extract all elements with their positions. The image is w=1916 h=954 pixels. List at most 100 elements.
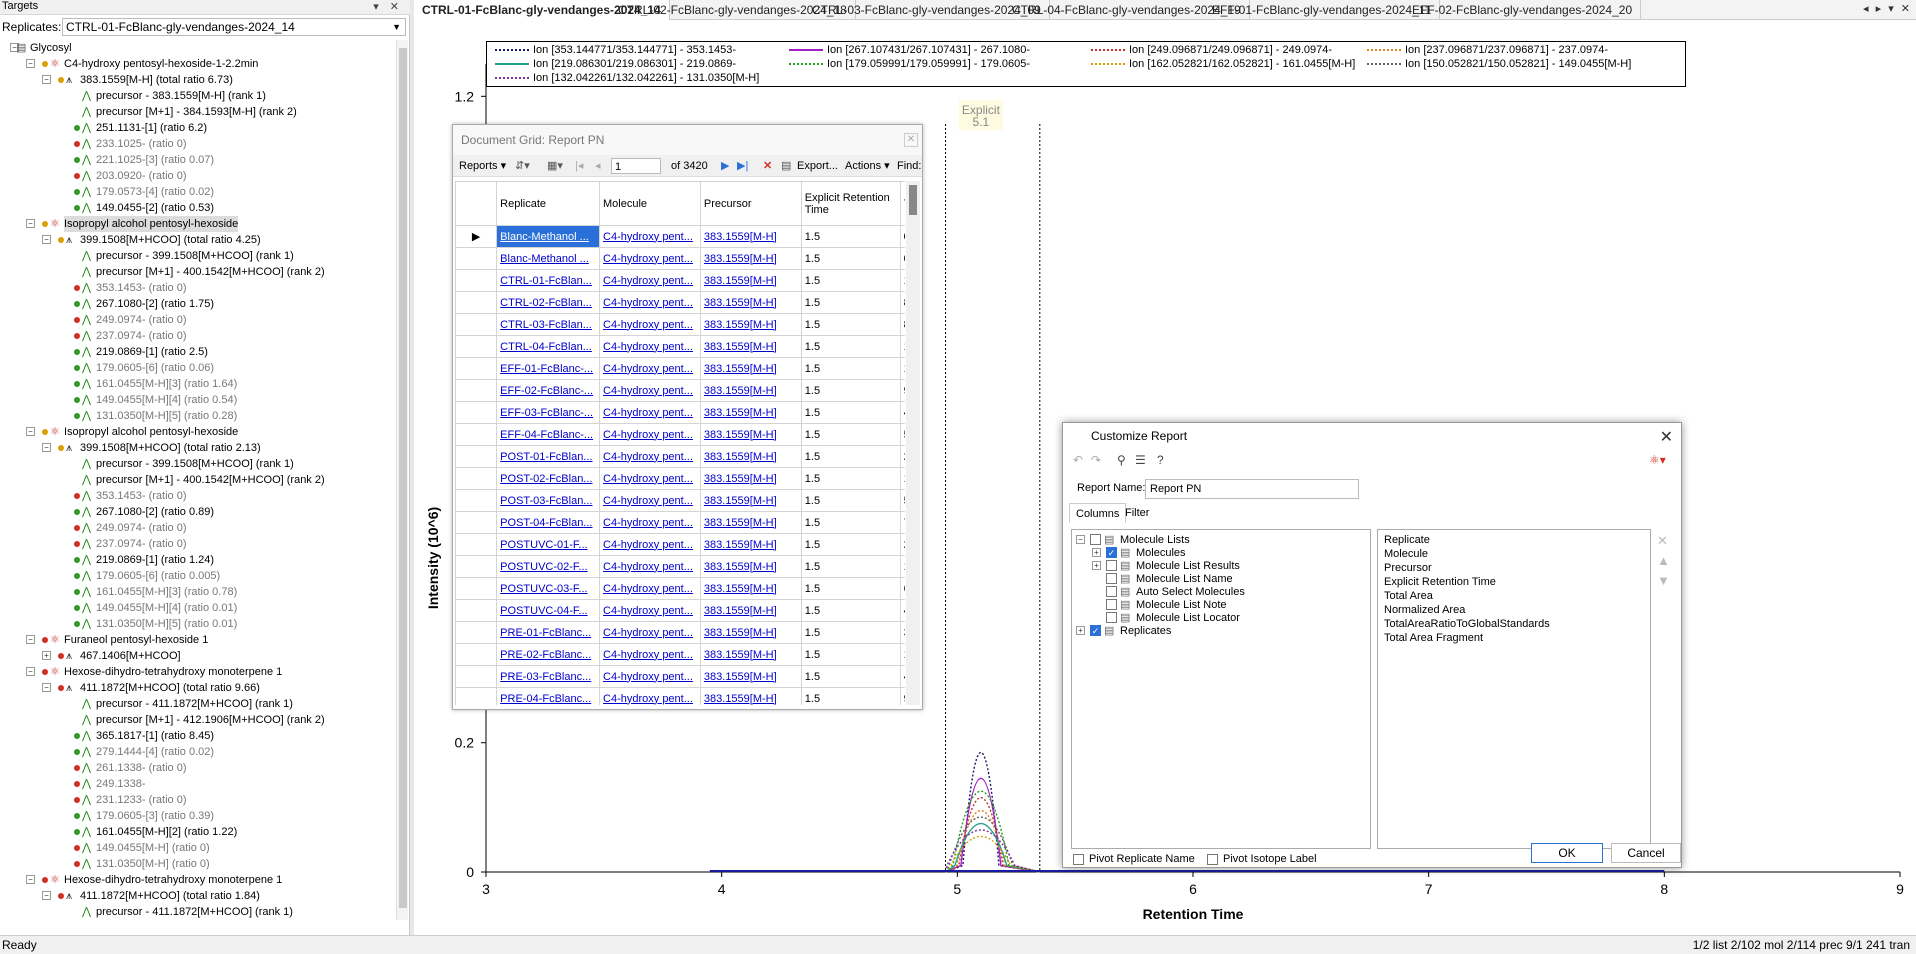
selected-column-item[interactable]: Precursor [1384,562,1432,574]
cell-link[interactable]: CTRL-02-FcBlan... [496,291,601,314]
cell-link[interactable]: 383.1559[M-H] [699,357,802,380]
row-header[interactable] [455,665,498,688]
tree-node[interactable]: − ⩚ 411.1872[M+HCOO] (total ratio 9.66) [0,680,392,696]
row-header[interactable] [455,511,498,534]
tree-node[interactable]: ⋀ 149.0455-[2] (ratio 0.53) [0,200,392,216]
collapse-icon[interactable]: − [26,427,35,436]
row-header[interactable] [455,335,498,358]
selected-columns-list[interactable]: Replicate Molecule Precursor Explicit Reten… [1377,529,1651,849]
table-row[interactable]: POST-04-FcBlan... C4-hydroxy pent... 383.1… [455,511,905,534]
undo-icon[interactable]: ↶ [1073,453,1083,467]
tree-node[interactable]: ⋀ 233.1025- (ratio 0) [0,136,392,152]
cell-link[interactable]: 383.1559[M-H] [699,423,802,446]
selected-column-item[interactable]: Total Area [1384,590,1433,602]
tree-node[interactable]: ⋀ 179.0573-[4] (ratio 0.02) [0,184,392,200]
row-header[interactable] [455,247,498,270]
cell-link[interactable]: 383.1559[M-H] [699,665,802,688]
tab-navigation-buttons[interactable]: ◂ ▸ ▾ ✕ [1863,2,1912,15]
actions-menu-button[interactable]: Actions ▾ [845,158,890,174]
close-icon[interactable]: ✕ [1660,427,1673,447]
table-row[interactable]: EFF-03-FcBlanc-... C4-hydroxy pent... 383.… [455,401,905,424]
tree-node[interactable]: − ⚛ Isopropyl alcohol pentosyl-hexoside [0,216,392,232]
cell-link[interactable]: 383.1559[M-H] [699,489,802,512]
tree-node[interactable]: ⋀ precursor - 399.1508[M+HCOO] (rank 1) [0,456,392,472]
table-row[interactable]: POSTUVC-03-F... C4-hydroxy pent... 383.155… [455,577,905,600]
tree-node[interactable]: ⋀ 249.0974- (ratio 0) [0,520,392,536]
cell-link[interactable]: POST-03-FcBlan... [496,489,601,512]
tree-node[interactable]: ⋀ 131.0350[M-H][5] (ratio 0.01) [0,616,392,632]
ok-button[interactable]: OK [1531,843,1603,863]
first-page-icon[interactable]: |◂ [575,158,583,174]
tree-node[interactable]: ⋀ 261.1338- (ratio 0) [0,760,392,776]
cell-link[interactable]: C4-hydroxy pent... [599,555,701,578]
cell-link[interactable]: EFF-01-FcBlanc-... [496,357,601,380]
replicates-dropdown[interactable]: CTRL-01-FcBlanc-gly-vendanges-2024_14 ▼ [62,18,406,36]
cell-link[interactable]: Blanc-Methanol ... [496,247,601,270]
next-page-icon[interactable]: ▶ [721,158,729,174]
column-checkbox[interactable]: ✓ [1106,547,1117,558]
cell-link[interactable]: C4-hydroxy pent... [599,335,701,358]
tree-node[interactable]: − ⚛ Hexose-dihydro-tetrahydroxy monoterpen… [0,872,392,888]
column-checkbox[interactable]: ✓ [1090,625,1101,636]
cell-link[interactable]: EFF-02-FcBlanc-... [496,379,601,402]
collapse-icon[interactable]: − [42,683,51,692]
cell-link[interactable]: C4-hydroxy pent... [599,687,701,705]
tree-node[interactable]: ⋀ 365.1817-[1] (ratio 8.45) [0,728,392,744]
row-header[interactable] [455,313,498,336]
column-checkbox[interactable] [1106,612,1117,623]
row-header[interactable] [455,599,498,622]
tab-columns[interactable]: Columns [1069,503,1127,523]
column-header[interactable]: Explicit Retention Time [800,181,901,226]
tree-node[interactable]: − ⩚ 399.1508[M+HCOO] (total ratio 4.25) [0,232,392,248]
tree-node[interactable]: ⋀ 249.0974- (ratio 0) [0,312,392,328]
grid-scrollbar[interactable] [906,181,920,705]
report-name-input[interactable]: Report PN [1145,479,1359,499]
close-icon[interactable]: ✕ [904,133,918,147]
cell-link[interactable]: C4-hydroxy pent... [599,533,701,556]
tree-node[interactable]: ⋀ precursor [M+1] - 412.1906[M+HCOO] (ran… [0,712,392,728]
tree-node[interactable]: ⋀ 203.0920- (ratio 0) [0,168,392,184]
cell-link[interactable]: POST-01-FcBlan... [496,445,601,468]
cell-link[interactable]: EFF-03-FcBlanc-... [496,401,601,424]
tab-filter[interactable]: Filter [1119,503,1155,523]
cell-link[interactable]: C4-hydroxy pent... [599,247,701,270]
tree-node[interactable]: ⋀ 219.0869-[1] (ratio 2.5) [0,344,392,360]
tree-node[interactable]: ⋀ 131.0350[M-H] (ratio 0) [0,856,392,872]
cell-link[interactable]: 383.1559[M-H] [699,533,802,556]
tree-node[interactable]: ⋀ precursor - 399.1508[M+HCOO] (rank 1) [0,248,392,264]
cell-link[interactable]: C4-hydroxy pent... [599,225,701,248]
collapse-icon[interactable]: − [42,235,51,244]
move-down-icon[interactable]: ▼ [1657,573,1670,588]
cell-link[interactable]: C4-hydroxy pent... [599,379,701,402]
table-row[interactable]: EFF-04-FcBlanc-... C4-hydroxy pent... 383.… [455,423,905,446]
table-row[interactable]: PRE-04-FcBlanc... C4-hydroxy pent... 383.1… [455,687,905,705]
collapse-icon[interactable]: − [42,75,51,84]
pivot-isotope-checkbox[interactable]: Pivot Isotope Label [1207,853,1317,865]
cell-link[interactable]: C4-hydroxy pent... [599,269,701,292]
tree-node[interactable]: ⋀ 161.0455[M-H][3] (ratio 0.78) [0,584,392,600]
row-header[interactable] [455,621,498,644]
table-row[interactable]: CTRL-02-FcBlan... C4-hydroxy pent... 383.1… [455,291,905,314]
tree-node[interactable]: ⋀ 267.1080-[2] (ratio 1.75) [0,296,392,312]
cell-link[interactable]: PRE-02-FcBlanc... [496,643,601,666]
cell-link[interactable]: C4-hydroxy pent... [599,643,701,666]
row-header[interactable] [455,577,498,600]
reports-menu-button[interactable]: Reports ▾ [459,158,506,174]
cell-link[interactable]: 383.1559[M-H] [699,269,802,292]
molecule-icon[interactable]: ⚛▾ [1649,453,1666,467]
tree-node[interactable]: ⋀ 279.1444-[4] (ratio 0.02) [0,744,392,760]
selected-column-item[interactable]: Replicate [1384,534,1430,546]
tree-node[interactable]: − ⚛ Hexose-dihydro-tetrahydroxy monoterpen… [0,664,392,680]
targets-scrollbar[interactable] [396,40,408,920]
cell-link[interactable]: C4-hydroxy pent... [599,489,701,512]
column-checkbox[interactable] [1090,534,1101,545]
collapse-icon[interactable]: − [26,875,35,884]
row-header[interactable] [455,643,498,666]
tree-node[interactable]: ⋀ 267.1080-[2] (ratio 0.89) [0,504,392,520]
cell-link[interactable]: C4-hydroxy pent... [599,291,701,314]
tree-node[interactable]: ⋀ 231.1233- (ratio 0) [0,792,392,808]
tree-node[interactable]: − ⚛ Furaneol pentosyl-hexoside 1 [0,632,392,648]
cell-link[interactable]: C4-hydroxy pent... [599,599,701,622]
expand-icon[interactable]: + [1076,626,1085,635]
tree-node[interactable]: ⋀ 249.1338- [0,776,392,792]
